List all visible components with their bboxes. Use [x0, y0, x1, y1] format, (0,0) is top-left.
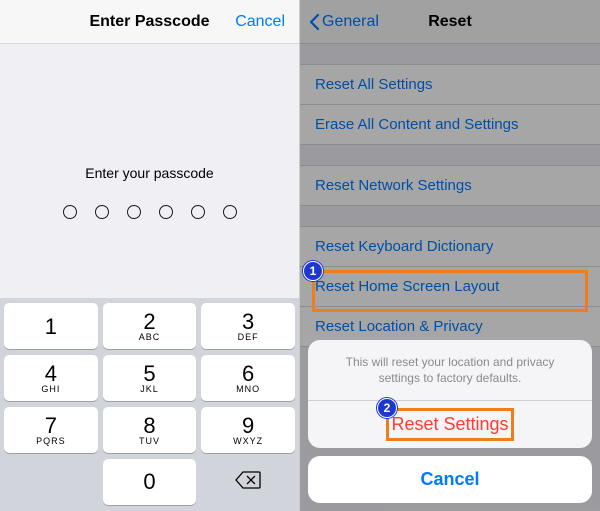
key-1[interactable]: 1	[4, 303, 98, 349]
action-sheet: This will reset your location and privac…	[308, 340, 592, 503]
passcode-dot	[159, 205, 173, 219]
keypad: 1 2ABC 3DEF 4GHI 5JKL 6MNO 7PQRS 8TUV 9W…	[0, 298, 299, 511]
nav-bar: Enter Passcode Cancel	[0, 0, 299, 44]
reset-pane: General Reset Reset All Settings Erase A…	[300, 0, 600, 511]
annotation-callout-2: 2	[377, 398, 397, 418]
annotation-callout-1: 1	[303, 261, 323, 281]
action-sheet-message: This will reset your location and privac…	[308, 340, 592, 400]
passcode-dots	[63, 205, 237, 219]
passcode-prompt: Enter your passcode	[85, 165, 213, 181]
key-6[interactable]: 6MNO	[201, 355, 295, 401]
passcode-pane: Enter Passcode Cancel Enter your passcod…	[0, 0, 300, 511]
nav-title: Enter Passcode	[89, 13, 209, 31]
cancel-button[interactable]: Cancel	[235, 0, 285, 44]
action-sheet-card: This will reset your location and privac…	[308, 340, 592, 448]
passcode-dot	[191, 205, 205, 219]
key-9[interactable]: 9WXYZ	[201, 407, 295, 453]
reset-settings-button[interactable]: Reset Settings 2	[308, 401, 592, 448]
key-2[interactable]: 2ABC	[103, 303, 197, 349]
key-0[interactable]: 0	[103, 459, 197, 505]
reset-settings-label: Reset Settings	[391, 414, 508, 434]
passcode-dot	[127, 205, 141, 219]
key-blank	[4, 459, 98, 505]
key-7[interactable]: 7PQRS	[4, 407, 98, 453]
passcode-dot	[63, 205, 77, 219]
key-4[interactable]: 4GHI	[4, 355, 98, 401]
key-5[interactable]: 5JKL	[103, 355, 197, 401]
key-8[interactable]: 8TUV	[103, 407, 197, 453]
backspace-icon	[235, 471, 261, 494]
key-3[interactable]: 3DEF	[201, 303, 295, 349]
key-delete[interactable]	[201, 459, 295, 505]
passcode-dot	[95, 205, 109, 219]
passcode-area: Enter your passcode	[0, 44, 299, 340]
action-sheet-cancel-button[interactable]: Cancel	[308, 456, 592, 503]
passcode-dot	[223, 205, 237, 219]
